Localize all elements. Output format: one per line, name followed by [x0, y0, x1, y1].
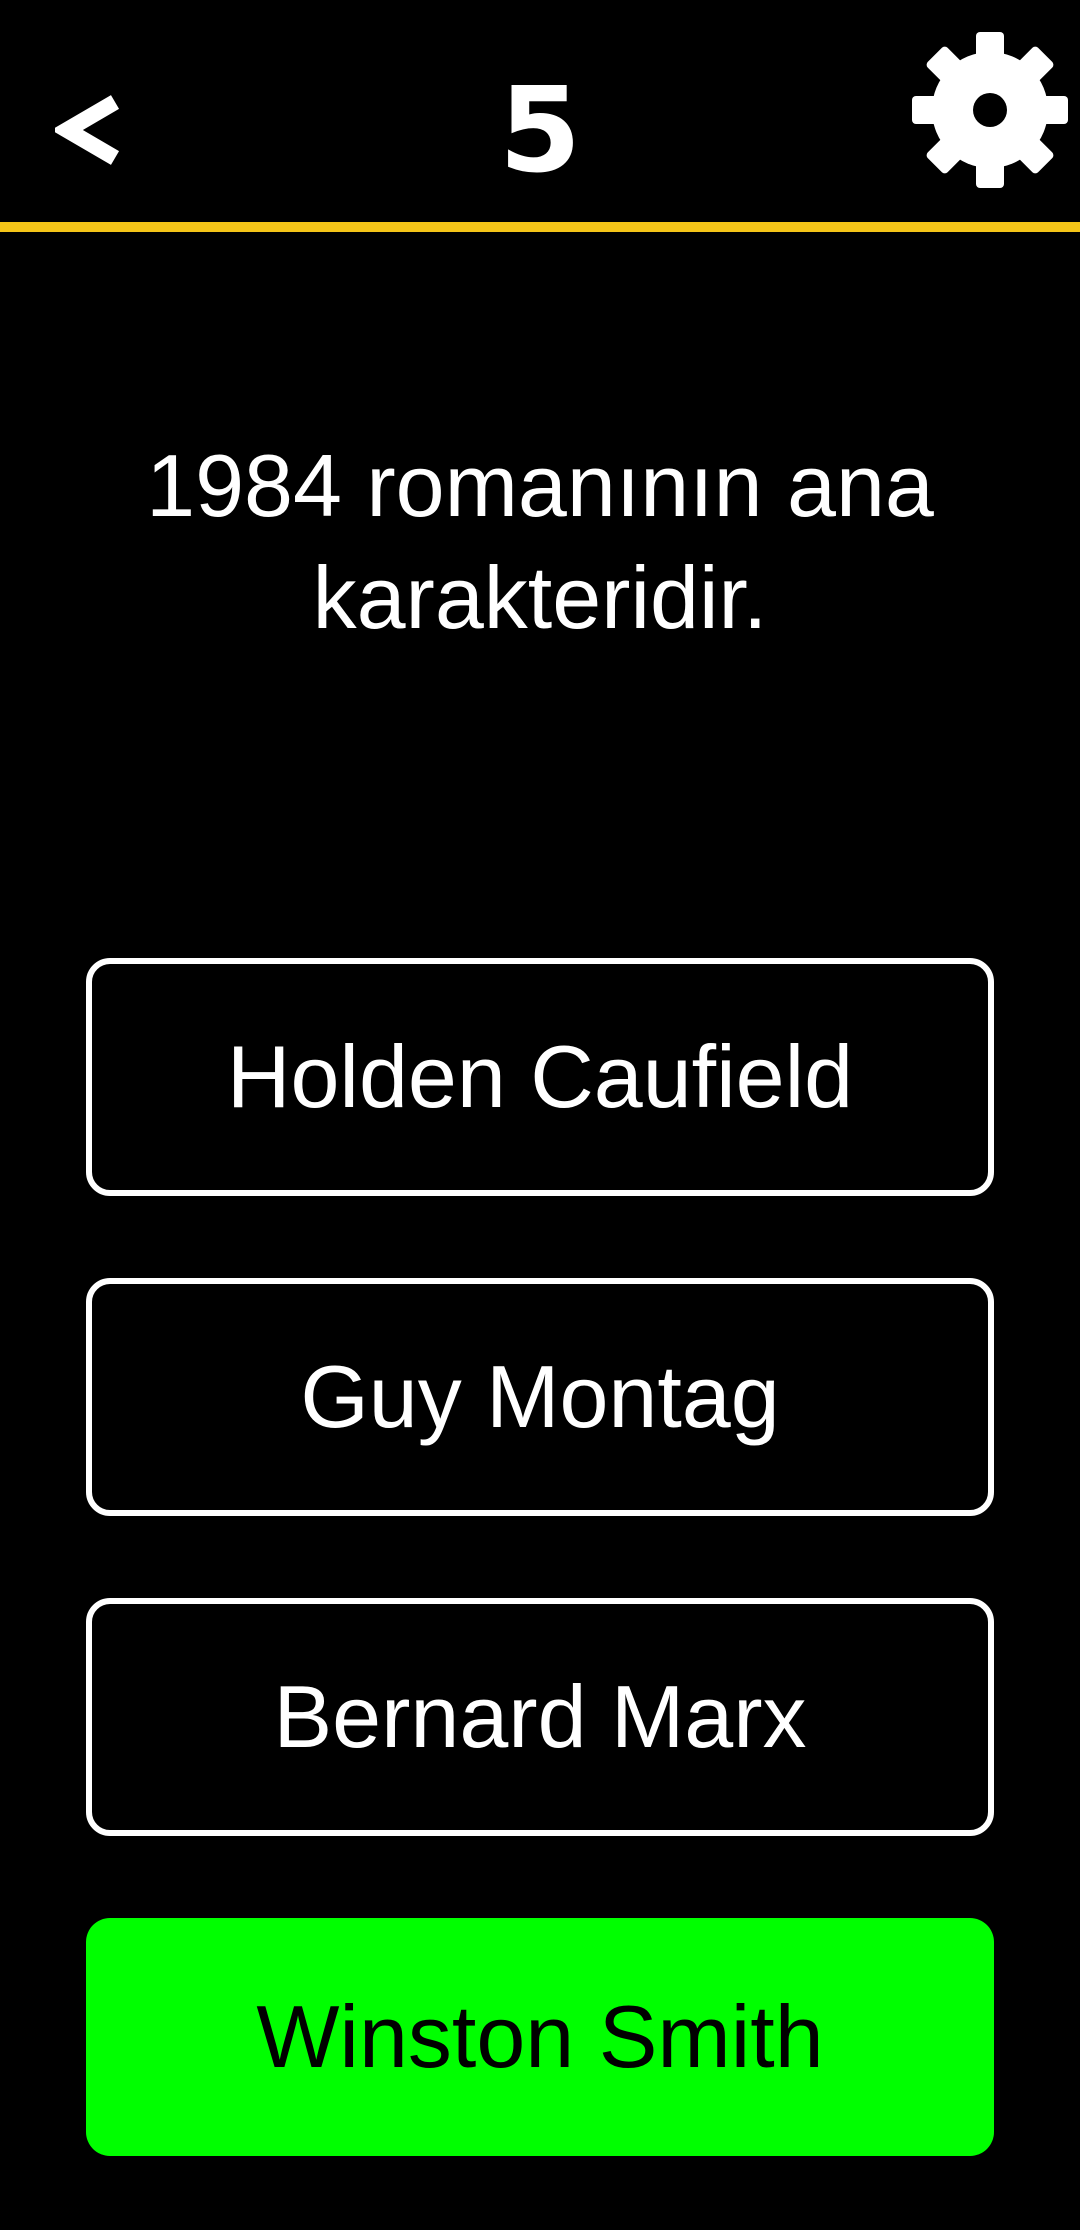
top-bar: 5 [0, 0, 1080, 222]
gear-icon [912, 32, 1068, 188]
answer-button-3[interactable]: Bernard Marx [86, 1598, 994, 1836]
back-button[interactable] [40, 60, 140, 200]
answer-button-4-correct[interactable]: Winston Smith [86, 1918, 994, 2156]
chevron-left-icon [55, 95, 120, 165]
question-text: 1984 romanının ana karakteridir. [146, 436, 934, 647]
answer-button-1[interactable]: Holden Caufield [86, 958, 994, 1196]
header-divider [0, 222, 1080, 232]
level-number: 5 [498, 61, 582, 199]
answer-button-2[interactable]: Guy Montag [86, 1278, 994, 1516]
settings-button[interactable] [910, 30, 1070, 190]
